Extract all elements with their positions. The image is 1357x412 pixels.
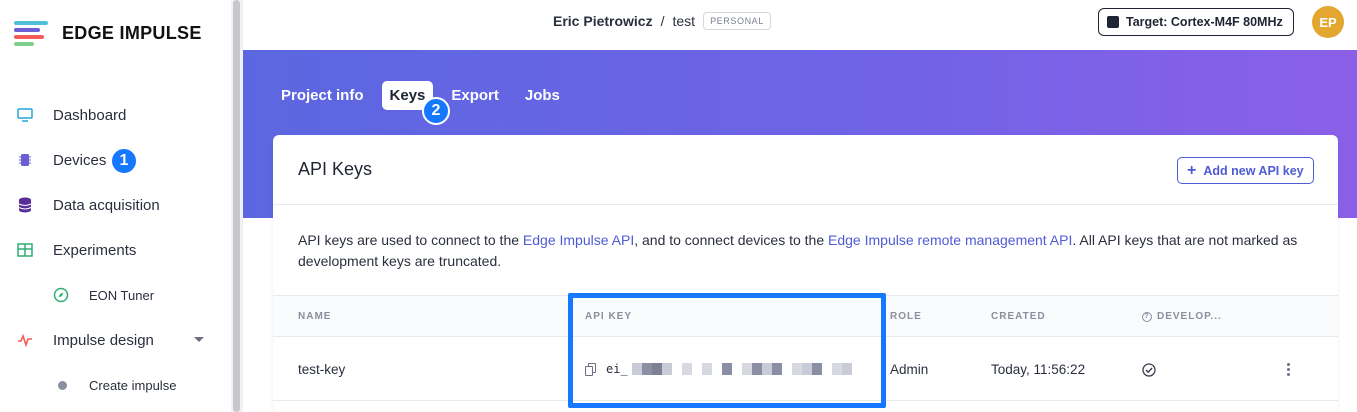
column-header-role[interactable]: ROLE xyxy=(890,311,922,322)
breadcrumb-user[interactable]: Eric Pietrowicz xyxy=(553,13,653,29)
edge-impulse-logo-icon xyxy=(14,20,48,46)
pulse-icon xyxy=(16,331,34,349)
sidebar-item-label: Data acquisition xyxy=(53,196,160,214)
sidebar-item-label: Devices xyxy=(53,151,107,169)
chip-icon xyxy=(1107,16,1119,28)
step-badge-2: 2 xyxy=(422,97,450,125)
top-bar: Eric Pietrowicz / test PERSONAL Target: … xyxy=(243,0,1357,50)
dot-icon xyxy=(52,376,70,394)
compass-icon xyxy=(52,286,70,304)
target-device-button[interactable]: Target: Cortex-M4F 80MHz xyxy=(1098,8,1294,36)
column-header-name[interactable]: NAME xyxy=(298,311,331,322)
api-key-name: test-key xyxy=(298,362,346,377)
remote-management-api-link[interactable]: Edge Impulse remote management API xyxy=(828,232,1072,248)
avatar[interactable]: EP xyxy=(1312,6,1344,38)
sidebar-item-experiments[interactable]: Experiments xyxy=(0,235,231,265)
breadcrumb-project[interactable]: test xyxy=(672,13,695,29)
column-header-development-label: DEVELOP... xyxy=(1157,311,1222,322)
sidebar-item-label: Dashboard xyxy=(53,106,127,124)
desc-text: API keys are used to connect to the xyxy=(298,232,523,248)
sidebar-item-data-acquisition[interactable]: Data acquisition xyxy=(0,190,231,220)
sidebar-item-eon-tuner[interactable]: EON Tuner xyxy=(0,280,231,310)
breadcrumb: Eric Pietrowicz / test PERSONAL xyxy=(553,12,771,30)
tab-jobs[interactable]: Jobs xyxy=(517,81,568,110)
sidebar-item-impulse-design[interactable]: Impulse design xyxy=(0,325,231,355)
project-type-badge: PERSONAL xyxy=(703,12,771,30)
help-circle-icon: ? xyxy=(1142,311,1152,322)
breadcrumb-separator: / xyxy=(660,13,665,29)
chevron-down-icon[interactable] xyxy=(194,337,204,342)
brand-name: EDGE IMPULSE xyxy=(62,22,202,43)
sidebar: EDGE IMPULSE Dashboard Devices 1 Data ac… xyxy=(0,0,231,412)
target-label: Target: Cortex-M4F 80MHz xyxy=(1126,15,1283,29)
step-badge-1: 1 xyxy=(110,147,138,175)
tab-project-info[interactable]: Project info xyxy=(273,81,372,110)
sidebar-item-label: Create impulse xyxy=(89,377,177,393)
api-key-created: Today, 11:56:22 xyxy=(991,362,1086,377)
add-api-key-label: Add new API key xyxy=(1203,163,1304,178)
api-keys-description: API keys are used to connect to the Edge… xyxy=(298,230,1308,272)
check-circle-icon xyxy=(1142,363,1156,377)
column-header-created[interactable]: CREATED xyxy=(991,311,1046,322)
grid-icon xyxy=(16,241,34,259)
more-options-icon[interactable] xyxy=(1287,363,1291,378)
sidebar-item-label: Impulse design xyxy=(53,331,154,349)
database-icon xyxy=(16,196,34,214)
desc-text: , and to connect devices to the xyxy=(634,232,829,248)
divider xyxy=(273,204,1338,205)
sidebar-item-label: EON Tuner xyxy=(89,287,155,303)
sidebar-item-dashboard[interactable]: Dashboard xyxy=(0,100,231,130)
edge-impulse-api-link[interactable]: Edge Impulse API xyxy=(523,232,634,248)
api-key-role: Admin xyxy=(890,362,929,377)
sidebar-item-label: Experiments xyxy=(53,241,137,259)
tab-export[interactable]: Export xyxy=(443,81,507,110)
column-header-development[interactable]: ? DEVELOP... xyxy=(1142,311,1222,322)
sidebar-scrollbar-thumb[interactable] xyxy=(233,0,240,412)
api-key-highlight-box xyxy=(568,293,886,408)
plus-icon: + xyxy=(1187,161,1197,179)
monitor-icon xyxy=(16,106,34,124)
sidebar-item-create-impulse[interactable]: Create impulse xyxy=(0,370,231,400)
card-title: API Keys xyxy=(298,159,373,179)
brand-logo[interactable]: EDGE IMPULSE xyxy=(14,20,202,46)
add-api-key-button[interactable]: + Add new API key xyxy=(1177,157,1314,184)
sidebar-scrollbar[interactable] xyxy=(231,0,243,412)
chip-icon xyxy=(16,151,34,169)
